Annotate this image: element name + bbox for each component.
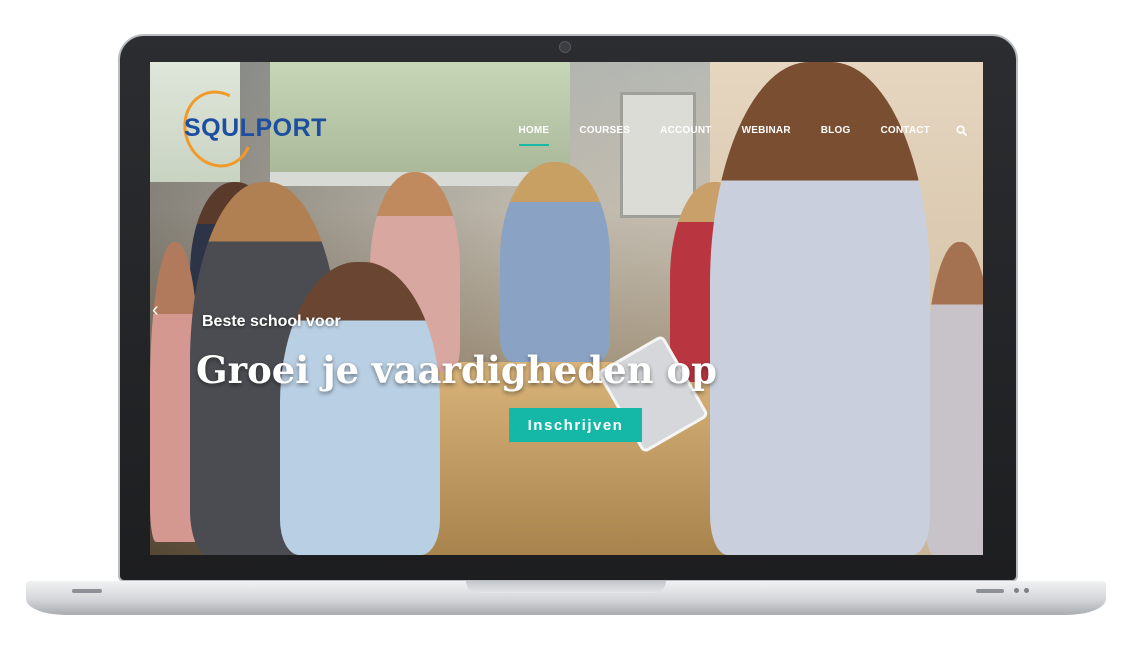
site-logo[interactable]: SQULPORT <box>172 80 352 178</box>
hero-photo-person <box>925 242 983 555</box>
nav-item-courses[interactable]: COURSES <box>579 125 630 146</box>
nav-item-home[interactable]: HOME <box>518 125 550 146</box>
hero-photo-board <box>620 92 696 218</box>
hero-title: Groei je vaardigheden op <box>196 348 717 392</box>
laptop-indicator <box>1024 588 1029 593</box>
main-nav: HOME COURSES ACCOUNT WEBINAR BLOG CONTAC… <box>489 125 968 146</box>
hero-kicker: Beste school voor <box>202 313 341 330</box>
hero-photo-person <box>280 262 440 555</box>
logo-text: SQULPORT <box>184 113 327 142</box>
laptop-port <box>976 589 1004 593</box>
signup-button[interactable]: Inschrijven <box>509 408 642 442</box>
camera-icon <box>559 41 571 53</box>
slider-prev-arrow-icon[interactable]: ‹ <box>152 300 166 320</box>
nav-item-blog[interactable]: BLOG <box>821 125 851 146</box>
nav-item-webinar[interactable]: WEBINAR <box>742 125 791 146</box>
website-screen: SQULPORT HOME COURSES ACCOUNT WEBINAR BL… <box>150 62 983 555</box>
laptop-port <box>72 589 102 593</box>
laptop-indicator <box>1014 588 1019 593</box>
nav-item-contact[interactable]: CONTACT <box>880 125 930 146</box>
laptop-base-notch <box>466 581 666 593</box>
laptop-base <box>26 581 1106 615</box>
hero-photo-person <box>500 162 610 362</box>
search-icon[interactable] <box>956 125 967 136</box>
nav-item-account[interactable]: ACCOUNT <box>660 125 711 146</box>
